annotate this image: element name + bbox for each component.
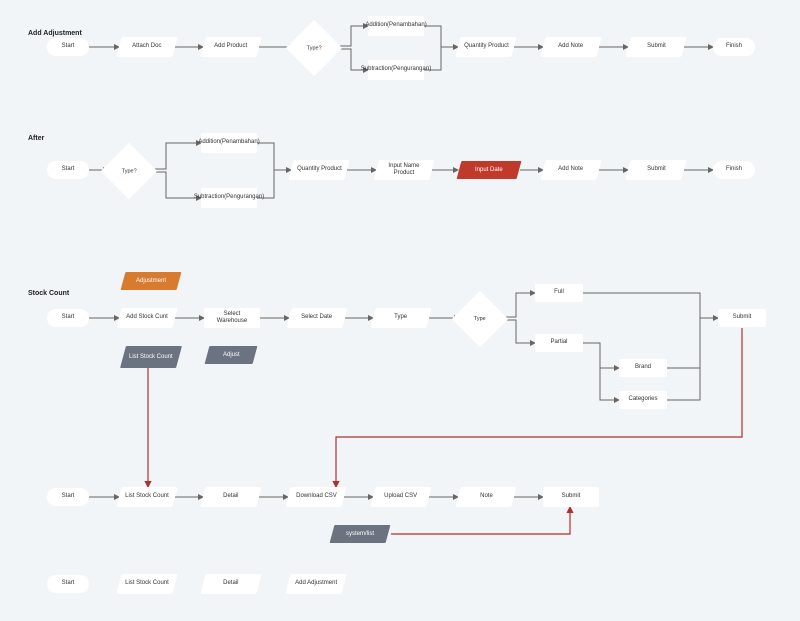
tag-system-list: system/list <box>330 525 391 543</box>
f1-add-product: Add Product <box>200 37 261 57</box>
f2-submit: Submit <box>625 160 686 180</box>
f4-list-stock: List Stock Count <box>116 487 177 507</box>
f3-add-stock: Add Stock Cunt <box>116 308 177 328</box>
f1-submit: Submit <box>625 37 686 57</box>
f2-subtraction: Subtraction(Pengurangan) <box>201 188 257 208</box>
f2-input-date-tag: Input Date <box>457 161 522 179</box>
f1-add-note: Add Note <box>540 37 601 57</box>
f1-quantity: Quantity Product <box>455 37 516 57</box>
f2-add-note: Add Note <box>540 160 601 180</box>
f5-add-adjustment: Add Adjustment <box>285 574 346 594</box>
tag-adjustment: Adjustment <box>121 272 182 290</box>
f3-submit: Submit <box>718 309 766 327</box>
f3-select-date: Select Date <box>286 308 347 328</box>
f1-attach-doc: Attach Doc <box>116 37 177 57</box>
section-add-adjustment: Add Adjustment <box>28 30 82 37</box>
f3-categories: Categories <box>619 391 667 409</box>
f1-finish: Finish <box>713 38 755 56</box>
f1-addition: Addition(Penambahan) <box>368 16 424 36</box>
f2-input-name: Input Name Product <box>373 160 434 180</box>
f3-select-warehouse: Select Warehouse <box>204 308 260 328</box>
f2-finish: Finish <box>713 161 755 179</box>
f5-detail: Detail <box>200 574 261 594</box>
section-after: After <box>28 135 44 142</box>
f3-start: Start <box>47 309 89 327</box>
f4-note: Note <box>455 487 516 507</box>
f2-addition: Addition(Penambahan) <box>201 133 257 153</box>
f5-list-stock: List Stock Count <box>116 574 177 594</box>
f3-partial: Partial <box>535 334 583 352</box>
f3-type: Type <box>452 291 509 348</box>
f2-type: Type? <box>101 143 158 200</box>
f1-start: Start <box>47 38 89 56</box>
tag-adjust: Adjust <box>205 346 258 364</box>
f5-start: Start <box>47 575 89 593</box>
f3-type-data: Type <box>370 308 431 328</box>
f4-detail: Detail <box>200 487 261 507</box>
f3-brand: Brand <box>619 359 667 377</box>
f4-submit: Submit <box>543 487 599 507</box>
tag-list-stock-count: List Stock Count <box>120 346 182 368</box>
f1-subtraction: Subtraction(Pengurangan) <box>368 60 424 80</box>
f2-quantity: Quantity Product <box>288 160 349 180</box>
f4-start: Start <box>47 488 89 506</box>
f4-download-csv: Download CSV <box>285 487 346 507</box>
f1-type: Type? <box>286 20 343 77</box>
f4-upload-csv: Upload CSV <box>370 487 431 507</box>
section-stock-count: Stock Count <box>28 290 69 297</box>
f3-full: Full <box>535 284 583 302</box>
f2-start: Start <box>47 161 89 179</box>
